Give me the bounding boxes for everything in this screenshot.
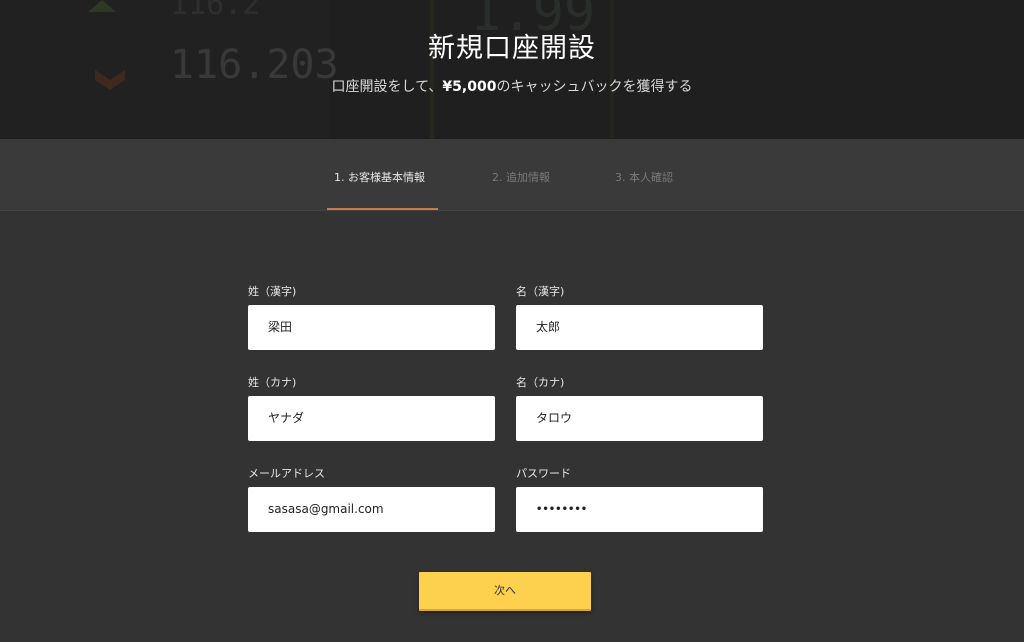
last-name-kana-input[interactable]: ヤナダ: [248, 396, 495, 441]
first-name-kanji-label: 名（漢字): [516, 285, 565, 298]
last-name-kanji-input[interactable]: 梁田: [248, 305, 495, 350]
password-input[interactable]: ••••••••: [516, 487, 763, 532]
active-step-underline: [327, 208, 438, 210]
subtitle-suffix: のキャッシュバックを獲得する: [496, 79, 693, 95]
step-indicator: 1. お客様基本情報 2. 追加情報 3. 本人確認: [0, 139, 1024, 211]
first-name-kanji-input[interactable]: 太郎: [516, 305, 763, 350]
password-label: パスワード: [516, 467, 571, 480]
hero-banner: 116.203 116.2 1.99 新規口座開設 口座開設をして、¥5,000…: [0, 0, 1024, 139]
step-additional-info: 2. 追加情報: [492, 171, 550, 184]
page-title: 新規口座開設: [428, 33, 596, 64]
subtitle-prefix: 口座開設をして、: [331, 79, 443, 95]
step-identity-verification: 3. 本人確認: [615, 171, 673, 184]
page-subtitle: 口座開設をして、¥5,000のキャッシュバックを獲得する: [0, 76, 1024, 96]
email-input[interactable]: sasasa@gmail.com: [248, 487, 495, 532]
hero-background-image: 116.203 116.2 1.99: [0, 0, 1024, 139]
cashback-amount: ¥5,000: [442, 79, 497, 95]
next-button[interactable]: 次へ: [419, 572, 591, 611]
last-name-kanji-label: 姓（漢字): [248, 285, 297, 298]
first-name-kana-input[interactable]: タロウ: [516, 396, 763, 441]
email-label: メールアドレス: [248, 467, 325, 480]
last-name-kana-label: 姓（カナ): [248, 376, 297, 389]
step-basic-info: 1. お客様基本情報: [334, 171, 425, 184]
first-name-kana-label: 名（カナ): [516, 376, 565, 389]
